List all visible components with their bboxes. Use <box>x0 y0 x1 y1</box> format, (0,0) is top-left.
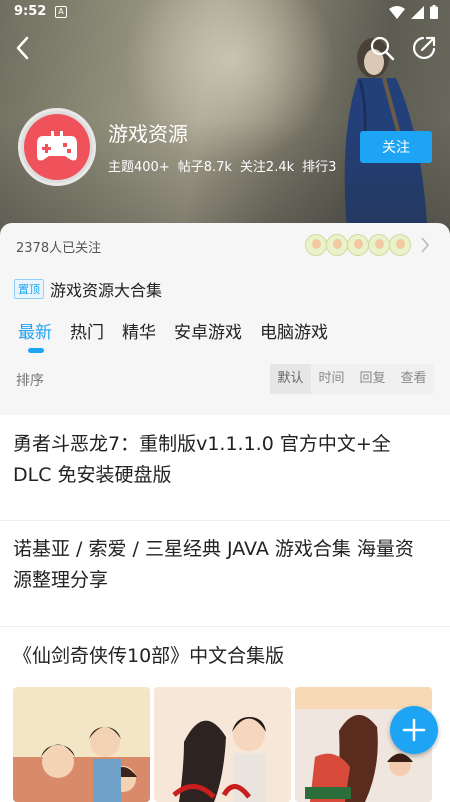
sort-replies[interactable]: 回复 <box>352 364 393 394</box>
follower-avatar <box>389 234 411 256</box>
category-tabs: 最新 热门 精华 安卓游戏 电脑游戏 <box>18 318 346 343</box>
follower-avatars[interactable] <box>305 234 411 256</box>
follower-avatar <box>347 234 369 256</box>
stat-followers: 关注2.4k <box>239 160 295 175</box>
sort-default[interactable]: 默认 <box>270 364 311 394</box>
tab-android-games[interactable]: 安卓游戏 <box>174 318 242 343</box>
post-image[interactable] <box>13 687 150 802</box>
stat-topics: 主题400+ <box>108 160 170 175</box>
gamepad-icon <box>37 131 77 161</box>
sort-label: 排序 <box>16 373 44 389</box>
follower-count: 2378人已关注 <box>16 241 102 256</box>
status-time: 9:52 <box>14 4 47 19</box>
pinned-title: 游戏资源大合集 <box>50 281 163 300</box>
post-title: 勇者斗恶龙7：重制版v1.1.1.0 官方中文+全DLC 免安装硬盘版 <box>13 433 391 486</box>
sort-options: 默认 时间 回复 查看 <box>270 364 434 394</box>
pinned-badge: 置顶 <box>14 279 44 299</box>
active-tab-indicator <box>28 348 44 353</box>
wifi-icon <box>389 5 405 19</box>
post-title: 《仙剑奇侠传10部》中文合集版 <box>13 645 285 667</box>
follow-button[interactable]: 关注 <box>360 131 432 163</box>
battery-icon <box>430 5 438 19</box>
tab-pc-games[interactable]: 电脑游戏 <box>260 318 328 343</box>
post-image[interactable] <box>154 687 291 802</box>
share-icon[interactable] <box>410 34 438 62</box>
post-images <box>13 687 432 802</box>
sort-views[interactable]: 查看 <box>393 364 434 394</box>
sort-time[interactable]: 时间 <box>311 364 352 394</box>
list-item[interactable]: 勇者斗恶龙7：重制版v1.1.1.0 官方中文+全DLC 免安装硬盘版 <box>0 415 450 520</box>
forum-avatar <box>18 108 96 186</box>
follower-avatar <box>305 234 327 256</box>
follower-avatar <box>368 234 390 256</box>
post-title: 诺基亚 / 索爱 / 三星经典 JAVA 游戏合集 海量资源整理分享 <box>13 538 414 591</box>
status-bar: 9:52 A <box>0 0 450 24</box>
back-arrow-icon[interactable] <box>10 34 38 62</box>
chevron-right-icon[interactable] <box>420 236 430 254</box>
follower-avatar <box>326 234 348 256</box>
new-post-button[interactable] <box>390 706 438 754</box>
tab-latest[interactable]: 最新 <box>18 318 52 343</box>
stat-posts: 帖子8.7k <box>177 160 232 175</box>
notification-icon: A <box>55 6 67 18</box>
tab-hot[interactable]: 热门 <box>70 318 104 343</box>
tab-featured[interactable]: 精华 <box>122 318 156 343</box>
pinned-post[interactable]: 置顶 游戏资源大合集 <box>14 277 162 301</box>
forum-title: 游戏资源 <box>108 122 188 146</box>
forum-stats: 主题400+ 帖子8.7k 关注2.4k 排行3 <box>108 156 336 175</box>
plus-icon <box>402 718 426 742</box>
list-item[interactable]: 诺基亚 / 索爱 / 三星经典 JAVA 游戏合集 海量资源整理分享 <box>0 521 450 626</box>
stat-rank: 排行3 <box>302 160 337 175</box>
search-icon[interactable] <box>368 34 396 62</box>
signal-icon <box>411 5 424 19</box>
